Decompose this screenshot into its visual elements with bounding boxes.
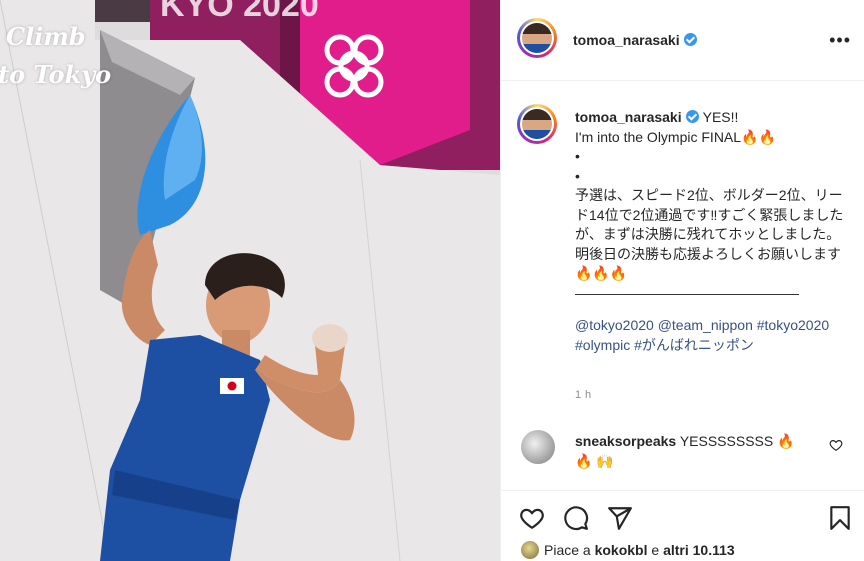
comment-icon[interactable] (563, 505, 589, 531)
post-side-panel: tomoa_narasaki ••• tomoa_narasaki YES!! I… (500, 0, 864, 561)
post-actions-bar (501, 490, 864, 545)
caption-author-username[interactable]: tomoa_narasaki (575, 109, 699, 125)
more-options-icon[interactable]: ••• (829, 30, 851, 51)
bookmark-icon[interactable] (827, 505, 853, 531)
caption-line: • (575, 148, 580, 164)
comment-item: sneaksorpeaks YESSSSSSSS 🔥🔥 🙌 (517, 428, 857, 478)
verified-badge-icon (685, 110, 699, 123)
share-icon[interactable] (607, 505, 633, 531)
post-photo[interactable]: Climb to Tokyo KYO 2020 (0, 0, 500, 561)
likes-summary[interactable]: Piace a kokokbl e altri 10.113 (521, 541, 735, 559)
author-username[interactable]: tomoa_narasaki (573, 32, 697, 48)
likes-others-count[interactable]: altri 10.113 (663, 542, 735, 558)
likes-conjunction: e (651, 542, 660, 558)
banner-year-text: KYO 2020 (160, 0, 319, 24)
overlay-text-climb: Climb (6, 22, 86, 51)
comment-like-heart-icon[interactable] (829, 438, 843, 452)
liker-username[interactable]: kokokbl (595, 542, 648, 558)
overlay-text-tokyo: to Tokyo (0, 60, 112, 89)
caption-author-avatar[interactable] (517, 104, 557, 144)
author-avatar[interactable] (517, 18, 557, 58)
likes-prefix: Piace a (544, 542, 591, 558)
caption-line: 予選は、スピード2位、ボルダー2位、リード14位で2位通過です‼︎すごく緊張しま… (575, 187, 844, 281)
caption-line: YES!! (702, 109, 739, 125)
caption-line: ———————————————— (575, 284, 799, 301)
liker-avatar (521, 541, 539, 559)
verified-badge-icon (683, 33, 697, 46)
heart-icon[interactable] (519, 505, 545, 531)
commenter-username[interactable]: sneaksorpeaks (575, 433, 676, 449)
caption-tags[interactable]: @tokyo2020 @team_nippon #tokyo2020 #olym… (575, 316, 835, 355)
post-timestamp[interactable]: 1 h (575, 389, 592, 401)
caption-line: • (575, 167, 580, 184)
commenter-avatar[interactable] (521, 430, 555, 464)
comment-text: sneaksorpeaks YESSSSSSSS 🔥🔥 🙌 (575, 431, 805, 471)
post-header: tomoa_narasaki ••• (501, 0, 864, 81)
caption-text: tomoa_narasaki YES!! I'm into the Olympic… (575, 108, 847, 303)
caption-line: I'm into the Olympic FINAL🔥🔥 (575, 128, 776, 145)
